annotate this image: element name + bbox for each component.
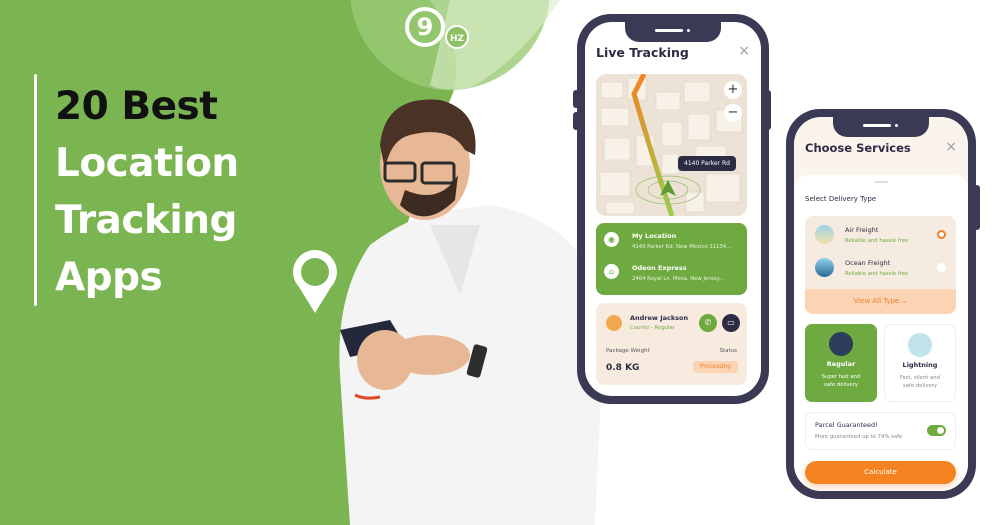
chevron-down-icon: ⌄ xyxy=(901,297,908,305)
map-zoom-in-button[interactable]: + xyxy=(724,81,742,99)
delivery-option-name: Air Freight xyxy=(845,225,879,234)
service-description: Super fast and safe delivery xyxy=(821,374,861,388)
destination-label: Odeon Express xyxy=(632,264,687,272)
headline-line-2: Location xyxy=(55,141,239,186)
status-label: Status xyxy=(719,348,737,354)
package-weight-value: 0.8 KG xyxy=(606,363,640,373)
delivery-type-label: Select Delivery Type xyxy=(805,195,877,203)
delivery-option-subtitle: Reliable and hassle free xyxy=(845,270,909,277)
logo-badge: HZ xyxy=(450,34,465,44)
location-target-icon: ◉ xyxy=(604,232,619,247)
air-freight-radio[interactable] xyxy=(937,230,946,239)
rocket-icon xyxy=(908,333,932,357)
logo-icon: 9 HZ xyxy=(405,7,469,49)
status-badge: Processing xyxy=(693,361,738,373)
delivery-option-name: Ocean Freight xyxy=(845,258,891,267)
message-button[interactable]: ▭ xyxy=(722,314,740,332)
ocean-freight-radio[interactable] xyxy=(937,263,946,272)
service-card-regular[interactable]: Regular Super fast and safe delivery xyxy=(805,324,877,402)
logo-mark: 9 xyxy=(417,13,434,41)
sheet-grab-handle[interactable] xyxy=(874,181,888,183)
courier-name: Andrew Jackson xyxy=(630,314,689,322)
person-with-phone-image xyxy=(339,99,601,525)
view-all-label: View All Type xyxy=(853,297,900,305)
map-buildings xyxy=(596,74,747,216)
phone-icon: ✆ xyxy=(704,318,712,327)
close-icon[interactable]: × xyxy=(738,43,750,59)
ship-icon xyxy=(815,258,834,277)
my-location-label: My Location xyxy=(632,232,677,240)
logo: 9 HZ xyxy=(405,7,475,56)
chat-icon: ▭ xyxy=(727,318,735,327)
courier-avatar xyxy=(606,315,622,331)
phone-notch xyxy=(833,117,929,137)
tracking-map[interactable]: + − 4140 Parker Rd xyxy=(596,74,747,216)
title-accent-bar xyxy=(34,74,37,306)
map-location-tooltip: 4140 Parker Rd xyxy=(678,156,736,171)
headline: 20 Best Location Tracking Apps xyxy=(55,78,239,306)
close-icon[interactable]: × xyxy=(945,139,957,155)
destination-address: 2464 Royal Ln. Mesa, New Jersey... xyxy=(632,276,724,282)
destination-row[interactable]: ⌂ Odeon Express 2464 Royal Ln. Mesa, New… xyxy=(604,264,724,282)
headline-line-4: Apps xyxy=(55,255,163,300)
package-weight-label: Package Weight xyxy=(606,348,650,354)
parcel-guarantee-row: Parcel Guaranteed! More guaranteed up to… xyxy=(805,412,956,450)
parcel-title: Parcel Guaranteed! xyxy=(815,421,878,429)
live-tracking-title: Live Tracking xyxy=(596,45,689,60)
choose-services-title: Choose Services xyxy=(805,141,911,155)
delivery-option-air[interactable]: Air Freight Reliable and hassle free xyxy=(815,225,908,244)
delivery-type-list: Air Freight Reliable and hassle free Oce… xyxy=(805,216,956,314)
route-card: ◉ My Location 4140 Parker Rd, New Mexico… xyxy=(596,223,747,295)
service-name: Regular xyxy=(826,360,856,368)
my-location-row[interactable]: ◉ My Location 4140 Parker Rd, New Mexico… xyxy=(604,232,731,250)
phone-notch xyxy=(625,22,721,42)
parcel-subtitle: More guaranteed up to 74% safe xyxy=(815,434,903,440)
delivery-option-ocean[interactable]: Ocean Freight Reliable and hassle free xyxy=(815,258,908,277)
live-tracking-phone: Live Tracking × + − 4140 Parker Rd ◉ My … xyxy=(577,14,769,404)
delivery-option-subtitle: Reliable and hassle free xyxy=(845,237,909,244)
service-name: Lightning xyxy=(902,361,938,369)
live-tracking-screen: Live Tracking × + − 4140 Parker Rd ◉ My … xyxy=(585,22,761,396)
courier-card: Andrew Jackson Courier - Regular ✆ ▭ Pac… xyxy=(596,303,747,385)
choose-services-phone: Choose Services × Select Delivery Type A… xyxy=(786,109,976,499)
headline-line-3: Tracking xyxy=(55,198,237,243)
van-icon xyxy=(829,332,853,356)
headline-line-1: 20 Best xyxy=(55,84,218,129)
call-button[interactable]: ✆ xyxy=(699,314,717,332)
courier-type: Courier - Regular xyxy=(630,325,675,331)
service-card-lightning[interactable]: Lightning Fast, silent and safe delivery xyxy=(884,324,956,402)
airplane-icon xyxy=(815,225,834,244)
view-all-types-button[interactable]: View All Type ⌄ xyxy=(805,289,956,314)
choose-services-screen: Choose Services × Select Delivery Type A… xyxy=(794,117,968,491)
calculate-button[interactable]: Calculate xyxy=(805,461,956,484)
map-zoom-out-button[interactable]: − xyxy=(724,104,742,122)
service-description: Fast, silent and safe delivery xyxy=(899,375,941,389)
services-sheet: Select Delivery Type Air Freight Reliabl… xyxy=(794,175,968,491)
parcel-guarantee-toggle[interactable] xyxy=(927,425,946,436)
home-icon: ⌂ xyxy=(604,264,619,279)
my-location-address: 4140 Parker Rd, New Mexico 31134... xyxy=(632,244,732,250)
